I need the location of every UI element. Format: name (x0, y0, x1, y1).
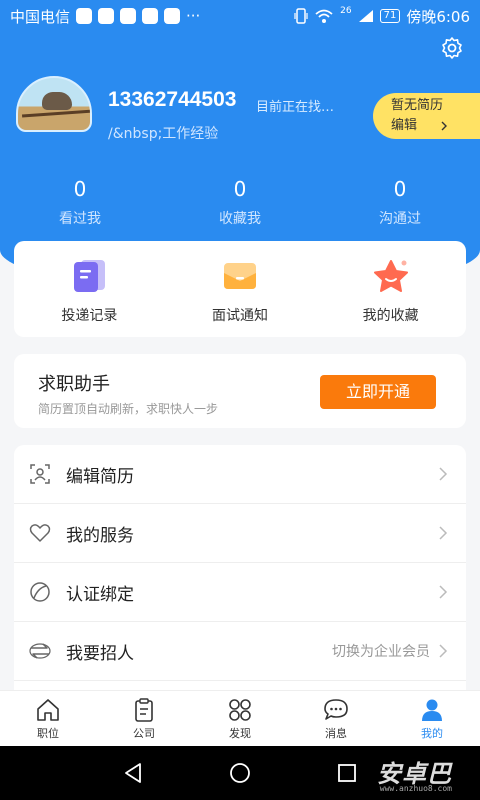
menu-item-my-services[interactable]: 我的服务 (14, 504, 466, 563)
edit-label: 编辑 (391, 118, 418, 133)
notification-app-icon (142, 8, 159, 24)
quick-action-favorites[interactable]: 我的收藏 (315, 241, 466, 337)
tab-companies[interactable]: 公司 (96, 691, 192, 746)
tab-label: 公司 (133, 727, 155, 740)
tab-discover[interactable]: 发现 (192, 691, 288, 746)
watermark-url: www.anzhuo8.com (379, 784, 452, 793)
system-navigation-bar: 安卓巴 www.anzhuo8.com (0, 746, 480, 800)
avatar-elephant-shape (42, 92, 72, 110)
tab-label: 消息 (325, 727, 347, 740)
quick-actions-card: 投递记录 面试通知 我的收藏 (14, 241, 466, 337)
mail-icon (224, 263, 256, 289)
settings-menu: 编辑简历 我的服务 认证绑定 我要招人 切换为企业会员 (14, 445, 466, 691)
switch-to-enterprise-hint: 切换为企业会员 (332, 644, 430, 660)
clock: 傍晚6:06 (406, 7, 470, 26)
notification-app-icon (164, 8, 181, 24)
quick-action-interviews[interactable]: 面试通知 (165, 241, 316, 337)
assistant-subtitle: 简历置顶自动刷新，求职快人一步 (38, 402, 219, 416)
signal-icon (358, 10, 373, 22)
notification-app-icon (120, 8, 137, 24)
network-badge: 26 (340, 5, 352, 16)
tab-me[interactable]: 我的 (384, 691, 480, 746)
user-phone: 13362744503 (108, 88, 237, 111)
home-icon (37, 699, 59, 721)
stat-contacted[interactable]: 0 沟通过 (320, 176, 480, 228)
clipboard-icon (135, 698, 153, 722)
menu-item-label: 我的服务 (66, 525, 134, 546)
chevron-right-icon (439, 526, 448, 540)
work-experience: /&nbsp;工作经验 (108, 126, 219, 142)
stat-label: 收藏我 (219, 211, 261, 227)
vibrate-icon (294, 8, 308, 24)
grid-icon (229, 699, 251, 721)
notification-app-icon (98, 8, 115, 24)
tab-jobs[interactable]: 职位 (0, 691, 96, 746)
menu-item-label: 认证绑定 (66, 584, 134, 605)
chevron-right-icon (441, 121, 448, 131)
tab-label: 职位 (37, 727, 59, 740)
activate-button[interactable]: 立即开通 (320, 375, 436, 409)
menu-item-recruit[interactable]: 我要招人 切换为企业会员 (14, 622, 466, 681)
more-notifications: ··· (186, 7, 201, 25)
recents-square-icon[interactable] (337, 763, 357, 783)
resume-edit-button[interactable]: 暂无简历 编辑 (373, 93, 480, 139)
leaf-icon (30, 582, 50, 602)
stat-viewed-me[interactable]: 0 看过我 (0, 176, 160, 228)
job-assistant-card: 求职助手 简历置顶自动刷新，求职快人一步 立即开通 (14, 354, 466, 428)
stat-label: 沟通过 (379, 211, 421, 227)
tab-label: 发现 (229, 727, 251, 740)
bottom-tab-bar: 职位 公司 发现 消息 我的 (0, 690, 480, 746)
status-bar: 中国电信 ··· 26 71 傍晚6:06 (0, 0, 480, 32)
stats-row: 0 看过我 0 收藏我 0 沟通过 (0, 176, 480, 228)
chevron-right-icon (439, 585, 448, 599)
menu-item-label: 我要招人 (66, 643, 134, 664)
battery-indicator: 71 (379, 9, 401, 23)
heart-icon (29, 524, 51, 542)
star-icon (373, 260, 408, 292)
notification-app-icon (76, 8, 93, 24)
carrier-text: 中国电信 (10, 7, 71, 26)
resume-scan-icon (30, 464, 50, 484)
chevron-right-icon (439, 644, 448, 658)
person-icon (422, 699, 442, 721)
document-icon (74, 260, 106, 292)
quick-action-label: 投递记录 (61, 308, 118, 324)
quick-action-applications[interactable]: 投递记录 (14, 241, 165, 337)
stat-value: 0 (393, 177, 407, 201)
quick-action-label: 我的收藏 (362, 308, 419, 324)
tab-messages[interactable]: 消息 (288, 691, 384, 746)
assistant-title: 求职助手 (38, 374, 110, 395)
back-triangle-icon[interactable] (122, 762, 144, 784)
menu-item-label: 编辑简历 (66, 466, 134, 487)
tab-label: 我的 (421, 727, 443, 740)
settings-gear-icon[interactable] (440, 36, 464, 60)
job-search-status[interactable]: 目前正在找… (256, 96, 334, 115)
resume-status: 暂无简历 (391, 98, 444, 113)
chat-icon (324, 699, 348, 720)
stat-label: 看过我 (59, 211, 101, 227)
menu-item-edit-resume[interactable]: 编辑简历 (14, 445, 466, 504)
stat-value: 0 (73, 177, 87, 201)
stat-value: 0 (233, 177, 247, 201)
switch-icon (29, 643, 51, 659)
stat-favorited-me[interactable]: 0 收藏我 (160, 176, 320, 228)
home-circle-icon[interactable] (229, 762, 251, 784)
avatar-branch-shape (21, 109, 90, 118)
chevron-right-icon (439, 467, 448, 481)
menu-item-verification[interactable]: 认证绑定 (14, 563, 466, 622)
wifi-icon (315, 9, 333, 23)
quick-action-label: 面试通知 (212, 308, 268, 324)
